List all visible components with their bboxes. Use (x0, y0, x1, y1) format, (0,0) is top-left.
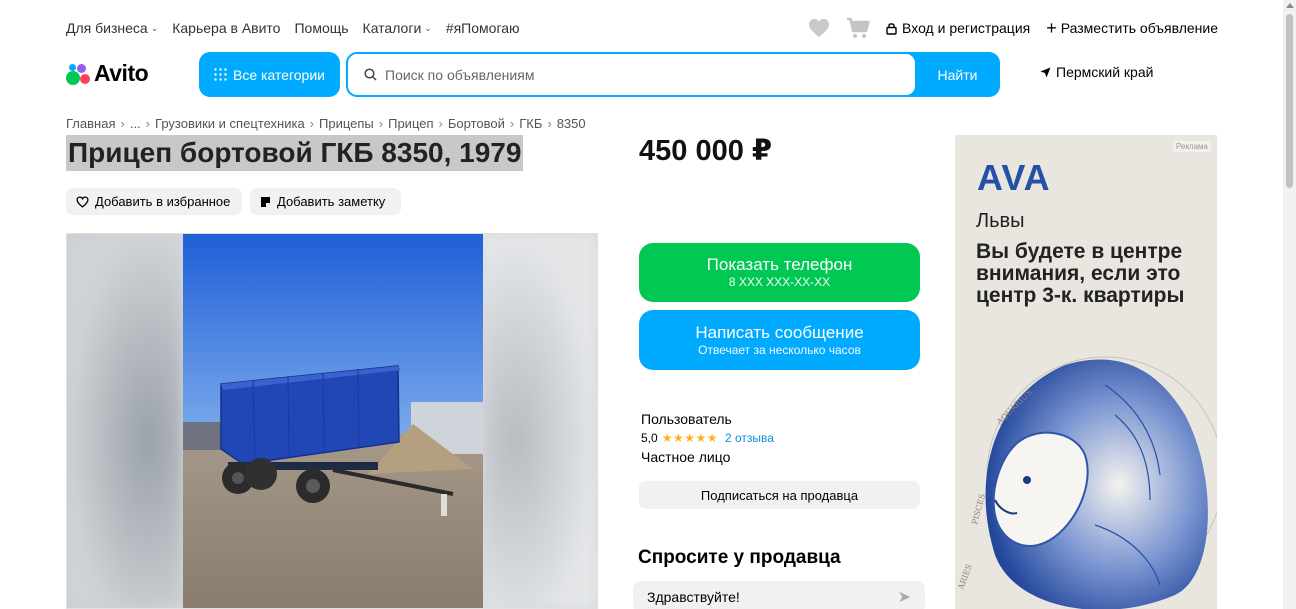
write-message-button[interactable]: Написать сообщение Отвечает за несколько… (639, 310, 920, 370)
breadcrumb: Главная › ... › Грузовики и спецтехника › П… (66, 116, 586, 131)
breadcrumb-item[interactable]: Прицепы (319, 116, 374, 131)
avito-logo[interactable]: Avito (66, 60, 149, 87)
subscribe-seller-button[interactable]: Подписаться на продавца (639, 481, 920, 509)
reviews-link[interactable]: 2 отзыва (725, 429, 774, 448)
send-icon[interactable]: ➤ (898, 587, 911, 607)
breadcrumb-separator: › (309, 116, 315, 131)
ask-message-text: Здравствуйте! (647, 589, 740, 605)
breadcrumb-item[interactable]: ... (130, 116, 141, 131)
breadcrumb-item[interactable]: Бортовой (448, 116, 505, 131)
breadcrumb-separator: › (438, 116, 443, 131)
logo-text: Avito (94, 60, 149, 86)
login-link[interactable]: Вход и регистрация (886, 20, 1030, 36)
lion-illustration: ARIES PISCES AQUARIUS (956, 356, 1217, 609)
seller-type: Частное лицо (641, 449, 731, 465)
add-note-button[interactable]: Добавить заметку (250, 188, 401, 215)
gallery-blur-right (481, 234, 597, 608)
subscribe-label: Подписаться на продавца (700, 487, 859, 503)
breadcrumb-separator: › (378, 116, 384, 131)
breadcrumb-separator: › (145, 116, 151, 131)
region-selector[interactable]: Пермский край (1040, 64, 1153, 80)
scrollbar-thumb[interactable] (1286, 14, 1293, 188)
chevron-down-icon: ⌄ (150, 22, 159, 33)
plus-icon: + (1046, 18, 1057, 38)
breadcrumb-item[interactable]: ГКБ (519, 116, 542, 131)
lock-icon (886, 22, 897, 35)
listing-price: 450 000 ₽ (639, 135, 773, 167)
seller-rating: 5,0 ★★★★★ 2 отзыва (641, 429, 774, 448)
breadcrumb-separator: › (120, 116, 125, 131)
add-to-favorites-label: Добавить в избранное (95, 194, 231, 209)
rating-value: 5,0 (641, 431, 658, 445)
topbar-link-ihelp[interactable]: #яПомогаю (446, 20, 520, 36)
region-label: Пермский край (1056, 64, 1154, 80)
photo-gallery[interactable] (66, 233, 598, 609)
search-input[interactable]: Поиск по объявлениям (348, 54, 915, 95)
write-message-label: Написать сообщение (695, 322, 864, 342)
ad-badge: Реклама (1172, 141, 1211, 152)
cart-icon[interactable] (846, 17, 870, 39)
search-button[interactable]: Найти (915, 52, 1000, 97)
chevron-down-icon: ⌄ (424, 22, 432, 33)
breadcrumb-separator: › (547, 116, 552, 131)
topbar-link-label: #яПомогаю (445, 20, 520, 36)
search-button-label: Найти (937, 66, 978, 83)
all-categories-label: Все категории (233, 66, 325, 83)
add-note-label: Добавить заметку (277, 194, 386, 209)
add-to-favorites-button[interactable]: Добавить в избранное (66, 188, 242, 215)
rating-stars-icon: ★★★★★ (661, 431, 718, 445)
login-label: Вход и регистрация (902, 20, 1031, 36)
ask-seller-heading: Спросите у продавца (638, 547, 841, 568)
seller-name[interactable]: Пользователь (641, 410, 774, 429)
topbar-link-label: Для бизнеса (66, 20, 148, 36)
trailer-photo[interactable] (183, 234, 483, 609)
phone-masked: 8 XXX XXX-XX-XX (728, 275, 831, 289)
post-ad-label: Разместить объявление (1060, 20, 1218, 36)
note-icon (261, 196, 270, 207)
gallery-blur-left (67, 234, 183, 608)
heart-outline-icon (76, 195, 89, 208)
breadcrumb-item[interactable]: Прицеп (388, 116, 433, 131)
advertisement-banner[interactable]: Реклама AVA Львы Вы будете в центре вним… (955, 135, 1217, 609)
response-time: Отвечает за несколько часов (698, 342, 861, 357)
ask-seller-input[interactable]: Здравствуйте! ➤ (633, 581, 925, 609)
show-phone-label: Показать телефон (706, 255, 853, 274)
ad-slogan: Вы будете в центре внимания, если это це… (976, 240, 1185, 307)
ad-subtitle: Львы (976, 210, 1025, 232)
page-scrollbar[interactable] (1283, 0, 1296, 609)
topbar-link-career[interactable]: Карьера в Авито (172, 20, 280, 36)
breadcrumb-item[interactable]: 8350 (557, 116, 586, 131)
topbar-link-help[interactable]: Помощь (294, 20, 348, 36)
favorites-heart-icon[interactable] (808, 18, 830, 38)
search-bar: Поиск по объявлениям Найти (346, 52, 1000, 97)
topbar-link-label: Карьера в Авито (172, 20, 281, 36)
all-categories-button[interactable]: Все категории (199, 52, 340, 97)
scroll-up-arrow-icon[interactable] (1286, 3, 1294, 8)
topbar-link-business[interactable]: Для бизнеса ⌄ (66, 20, 158, 36)
grid-dots-icon (214, 68, 227, 81)
topbar-link-label: Помощь (294, 20, 349, 36)
show-phone-button[interactable]: Показать телефон 8 XXX XXX-XX-XX (639, 243, 920, 302)
breadcrumb-item[interactable]: Главная (66, 116, 115, 131)
location-arrow-icon (1040, 67, 1051, 77)
search-icon (364, 68, 377, 81)
post-ad-link[interactable]: + Разместить объявление (1046, 18, 1218, 38)
breadcrumb-separator: › (509, 116, 515, 131)
listing-title: Прицеп бортовой ГКБ 8350, 1979 (66, 135, 524, 171)
ad-brand: AVA (977, 157, 1051, 198)
topbar-link-label: Каталоги (362, 20, 422, 36)
logo-dots-icon (66, 62, 90, 86)
zodiac-pisces: PISCES (970, 493, 987, 526)
breadcrumb-item[interactable]: Грузовики и спецтехника (155, 116, 305, 131)
search-placeholder: Поиск по объявлениям (385, 66, 535, 83)
seller-info: Пользователь 5,0 ★★★★★ 2 отзыва Частное … (641, 410, 774, 467)
topbar-link-catalogs[interactable]: Каталоги ⌄ (363, 20, 432, 36)
top-navigation: Для бизнеса ⌄ Карьера в Авито Помощь Кат… (66, 14, 1218, 42)
zodiac-aries: ARIES (956, 563, 974, 592)
